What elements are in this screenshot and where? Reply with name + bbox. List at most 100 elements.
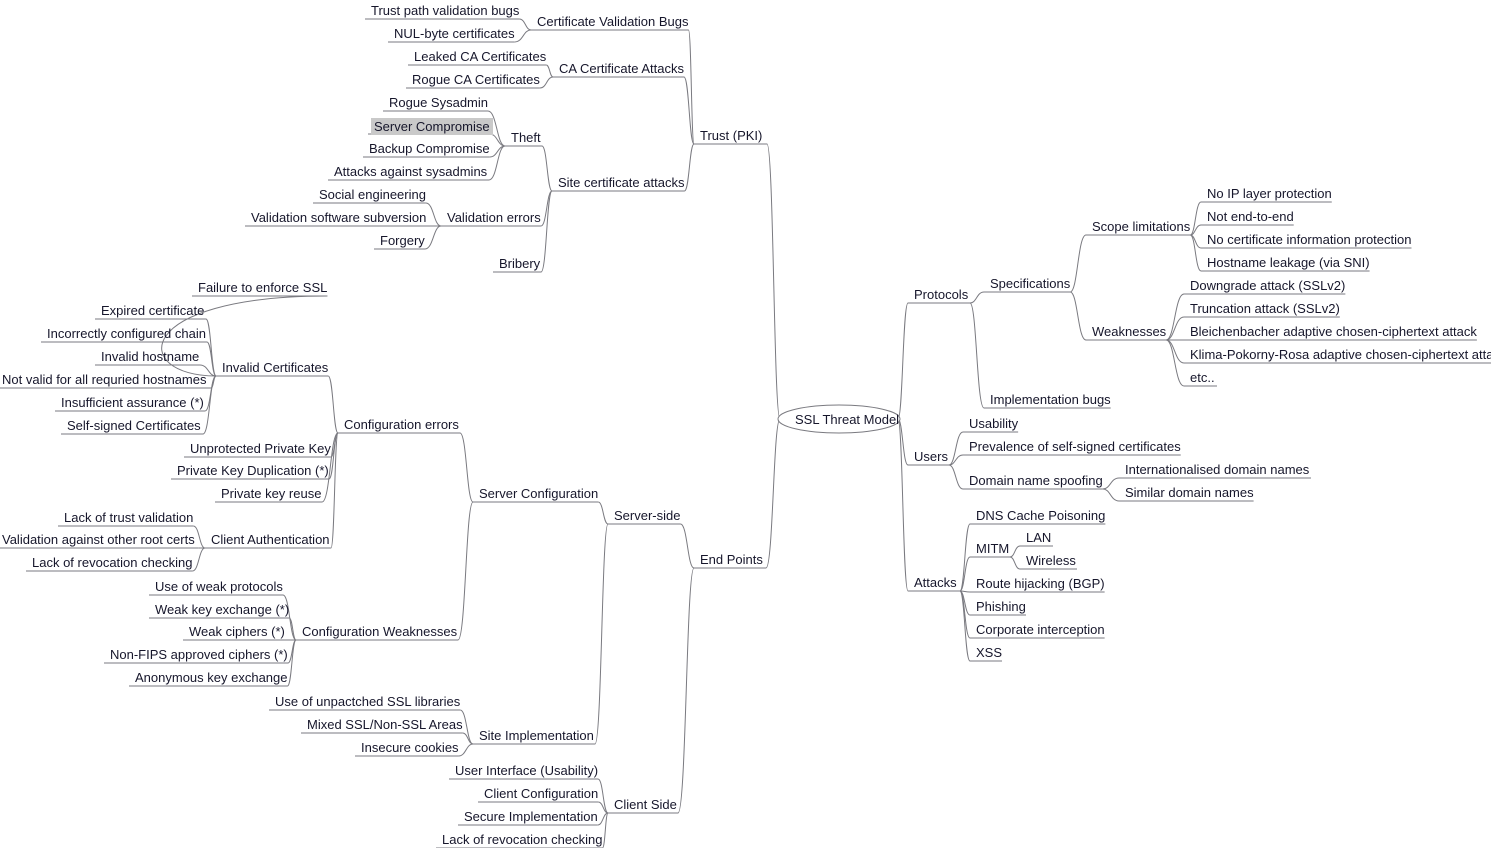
node-label-backup-compromise[interactable]: Backup Compromise [369, 141, 490, 156]
edge-weaknesses-to-klima-pokorny-rosa-attack [1166, 339, 1185, 364]
edge-root-to-protocols [897, 302, 909, 420]
node-label-server-compromise[interactable]: Server Compromise [371, 118, 493, 135]
edge-client-authentication-to-lack-of-trust-validation [193, 525, 206, 549]
node-label-similar-domain-names[interactable]: Similar domain names [1125, 485, 1254, 500]
node-label-validation-errors[interactable]: Validation errors [447, 210, 541, 225]
edge-certificate-validation-bugs-to-trust-path-validation-bugs [519, 18, 532, 31]
node-label-theft[interactable]: Theft [511, 130, 541, 145]
edge-ca-certificate-attacks-to-rogue-ca-certificates [539, 76, 554, 89]
node-label-dns-cache-poisoning[interactable]: DNS Cache Poisoning [976, 508, 1105, 523]
edge-configuration-errors-to-invalid-certificates [327, 375, 339, 434]
node-label-use-of-weak-protocols[interactable]: Use of weak protocols [155, 579, 283, 594]
node-label-rogue-ca-certificates[interactable]: Rogue CA Certificates [412, 72, 540, 87]
node-label-secure-implementation[interactable]: Secure Implementation [464, 809, 598, 824]
node-label-downgrade-attack-sslv2[interactable]: Downgrade attack (SSLv2) [1190, 278, 1345, 293]
node-label-protocols[interactable]: Protocols [914, 287, 968, 302]
node-label-mixed-ssl-non-ssl-areas[interactable]: Mixed SSL/Non-SSL Areas [307, 717, 463, 732]
node-label-configuration-weaknesses[interactable]: Configuration Weaknesses [302, 624, 457, 639]
node-label-self-signed-certificates[interactable]: Self-signed Certificates [67, 418, 201, 433]
node-label-private-key-duplication[interactable]: Private Key Duplication (*) [177, 463, 329, 478]
node-label-lack-of-trust-validation[interactable]: Lack of trust validation [64, 510, 193, 525]
node-label-weaknesses[interactable]: Weaknesses [1092, 324, 1166, 339]
node-label-attacks-against-sysadmins[interactable]: Attacks against sysadmins [334, 164, 487, 179]
node-label-non-fips-approved-ciphers[interactable]: Non-FIPS approved ciphers (*) [110, 647, 288, 662]
node-label-domain-name-spoofing[interactable]: Domain name spoofing [969, 473, 1103, 488]
node-label-ca-certificate-attacks[interactable]: CA Certificate Attacks [559, 61, 684, 76]
node-label-hostname-leakage-via-sni[interactable]: Hostname leakage (via SNI) [1207, 255, 1370, 270]
node-label-scope-limitations[interactable]: Scope limitations [1092, 219, 1190, 234]
node-label-trust-path-validation-bugs[interactable]: Trust path validation bugs [371, 3, 519, 18]
node-label-anonymous-key-exchange[interactable]: Anonymous key exchange [135, 670, 287, 685]
node-label-configuration-errors[interactable]: Configuration errors [344, 417, 459, 432]
node-label-nul-byte-certificates[interactable]: NUL-byte certificates [394, 26, 515, 41]
edge-end-points-to-client-side [677, 567, 695, 814]
node-label-truncation-attack-sslv2[interactable]: Truncation attack (SSLv2) [1190, 301, 1340, 316]
node-label-user-interface-usability[interactable]: User Interface (Usability) [455, 763, 598, 778]
edge-scope-limitations-to-hostname-leakage-via-sni [1189, 234, 1202, 272]
node-label-bribery[interactable]: Bribery [499, 256, 540, 271]
edge-protocols-to-implementation-bugs [969, 302, 985, 409]
edge-site-implementation-to-insecure-cookies [458, 743, 474, 757]
node-label-route-hijacking-bgp[interactable]: Route hijacking (BGP) [976, 576, 1105, 591]
root-node-label[interactable]: SSL Threat Model [795, 412, 899, 427]
node-label-client-configuration[interactable]: Client Configuration [484, 786, 598, 801]
node-label-validation-against-other-root-certs[interactable]: Validation against other root certs [2, 532, 195, 547]
node-label-client-authentication[interactable]: Client Authentication [211, 532, 330, 547]
node-label-usability[interactable]: Usability [969, 416, 1018, 431]
node-label-invalid-hostname[interactable]: Invalid hostname [101, 349, 199, 364]
node-label-specifications[interactable]: Specifications [990, 276, 1070, 291]
node-label-implementation-bugs[interactable]: Implementation bugs [990, 392, 1111, 407]
node-label-prevalence-of-self-signed-certificates[interactable]: Prevalence of self-signed certificates [969, 439, 1181, 454]
edge-protocols-to-specifications [969, 291, 985, 304]
node-label-lan[interactable]: LAN [1026, 530, 1051, 545]
node-label-client-side[interactable]: Client Side [614, 797, 677, 812]
edge-specifications-to-weaknesses [1069, 291, 1087, 341]
edge-validation-errors-to-social-engineering [425, 202, 442, 227]
node-label-attacks[interactable]: Attacks [914, 575, 957, 590]
edge-trust-pki-to-ca-certificate-attacks [683, 76, 695, 145]
node-label-lack-of-revocation-checking-client[interactable]: Lack of revocation checking [442, 832, 602, 847]
node-label-incorrectly-configured-chain[interactable]: Incorrectly configured chain [47, 326, 206, 341]
node-label-bleichenbacher-attack[interactable]: Bleichenbacher adaptive chosen-ciphertex… [1190, 324, 1477, 339]
node-label-corporate-interception[interactable]: Corporate interception [976, 622, 1105, 637]
node-label-leaked-ca-certificates[interactable]: Leaked CA Certificates [414, 49, 546, 64]
node-label-weak-key-exchange[interactable]: Weak key exchange (*) [155, 602, 289, 617]
node-label-mitm[interactable]: MITM [976, 541, 1009, 556]
edge-domain-name-spoofing-to-similar-domain-names [1102, 488, 1120, 502]
node-label-klima-pokorny-rosa-attack[interactable]: Klima-Pokorny-Rosa adaptive chosen-ciphe… [1190, 347, 1491, 362]
node-label-phishing[interactable]: Phishing [976, 599, 1026, 614]
node-label-trust-pki[interactable]: Trust (PKI) [700, 128, 762, 143]
node-label-lack-of-revocation-checking-client-auth[interactable]: Lack of revocation checking [32, 555, 192, 570]
node-label-invalid-certificates[interactable]: Invalid Certificates [222, 360, 328, 375]
node-label-site-certificate-attacks[interactable]: Site certificate attacks [558, 175, 684, 190]
node-label-no-ip-layer-protection[interactable]: No IP layer protection [1207, 186, 1332, 201]
node-label-site-implementation[interactable]: Site Implementation [479, 728, 594, 743]
node-label-certificate-validation-bugs[interactable]: Certificate Validation Bugs [537, 14, 689, 29]
node-label-internationalised-domain-names[interactable]: Internationalised domain names [1125, 462, 1309, 477]
node-label-not-end-to-end[interactable]: Not end-to-end [1207, 209, 1294, 224]
edge-weaknesses-to-etc [1165, 339, 1185, 387]
node-label-failure-to-enforce-ssl[interactable]: Failure to enforce SSL [198, 280, 327, 295]
node-label-users[interactable]: Users [914, 449, 948, 464]
node-label-expired-certificate[interactable]: Expired certificate [101, 303, 204, 318]
node-label-wireless[interactable]: Wireless [1026, 553, 1076, 568]
node-label-use-of-unpactched-ssl-libraries[interactable]: Use of unpactched SSL libraries [275, 694, 460, 709]
node-label-insecure-cookies[interactable]: Insecure cookies [361, 740, 459, 755]
node-label-forgery[interactable]: Forgery [380, 233, 425, 248]
edge-root-to-end-points [765, 418, 781, 569]
node-label-rogue-sysadmin[interactable]: Rogue Sysadmin [389, 95, 488, 110]
node-label-social-engineering[interactable]: Social engineering [319, 187, 426, 202]
node-label-etc[interactable]: etc.. [1190, 370, 1215, 385]
node-label-no-certificate-information-protection[interactable]: No certificate information protection [1207, 232, 1411, 247]
node-label-not-valid-for-all-requried-hostnames[interactable]: Not valid for all requried hostnames [2, 372, 207, 387]
node-label-validation-software-subversion[interactable]: Validation software subversion [251, 210, 426, 225]
node-label-xss[interactable]: XSS [976, 645, 1002, 660]
node-label-insufficient-assurance[interactable]: Insufficient assurance (*) [61, 395, 204, 410]
node-label-private-key-reuse[interactable]: Private key reuse [221, 486, 321, 501]
edge-server-configuration-to-configuration-errors [459, 432, 474, 503]
node-label-server-configuration[interactable]: Server Configuration [479, 486, 598, 501]
node-label-end-points[interactable]: End Points [700, 552, 763, 567]
node-label-unprotected-private-key[interactable]: Unprotected Private Key [190, 441, 331, 456]
node-label-weak-ciphers[interactable]: Weak ciphers (*) [189, 624, 285, 639]
node-label-server-side[interactable]: Server-side [614, 508, 680, 523]
